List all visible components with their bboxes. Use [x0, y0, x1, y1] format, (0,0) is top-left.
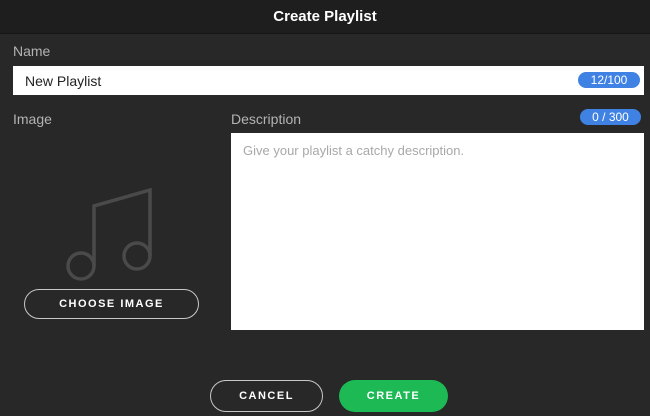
- create-playlist-dialog: Create Playlist Name 12/100 Image Descri…: [0, 0, 650, 416]
- create-button[interactable]: CREATE: [339, 380, 448, 412]
- dialog-title: Create Playlist: [0, 0, 650, 34]
- image-label: Image: [13, 111, 52, 127]
- playlist-name-input[interactable]: [13, 66, 644, 95]
- description-label: Description: [231, 111, 302, 127]
- choose-image-button[interactable]: CHOOSE IMAGE: [24, 289, 199, 319]
- music-note-icon: [66, 188, 152, 281]
- description-char-counter: 0 / 300: [580, 109, 641, 125]
- description-textarea[interactable]: [231, 133, 644, 330]
- cancel-button[interactable]: CANCEL: [210, 380, 323, 412]
- name-label: Name: [13, 43, 51, 59]
- name-char-counter: 12/100: [578, 72, 640, 88]
